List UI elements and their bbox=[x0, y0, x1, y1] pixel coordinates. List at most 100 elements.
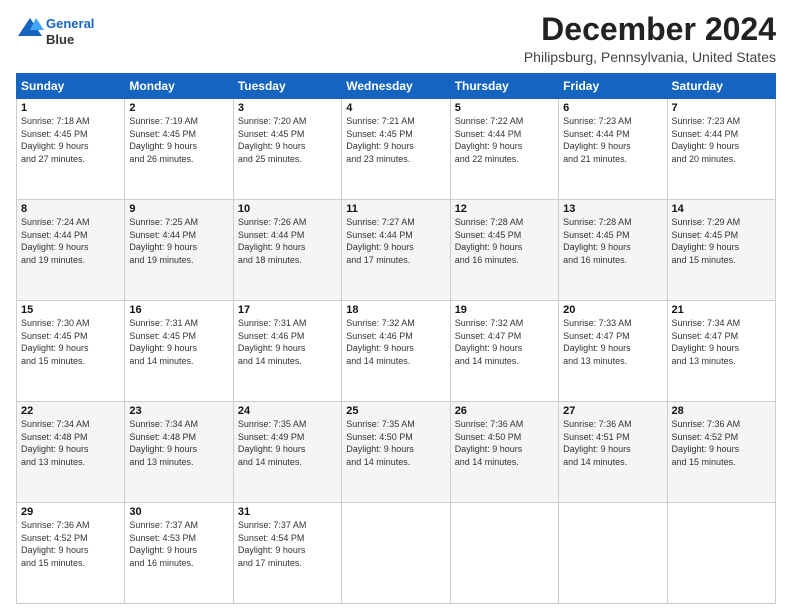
day-number: 25 bbox=[346, 405, 445, 417]
col-header-sunday: Sunday bbox=[17, 74, 125, 99]
day-number: 7 bbox=[672, 102, 771, 114]
day-info: Sunrise: 7:33 AMSunset: 4:47 PMDaylight:… bbox=[563, 317, 662, 367]
calendar-header-row: SundayMondayTuesdayWednesdayThursdayFrid… bbox=[17, 74, 776, 99]
day-number: 15 bbox=[21, 304, 120, 316]
day-info: Sunrise: 7:23 AMSunset: 4:44 PMDaylight:… bbox=[563, 115, 662, 165]
day-info: Sunrise: 7:24 AMSunset: 4:44 PMDaylight:… bbox=[21, 216, 120, 266]
day-info: Sunrise: 7:37 AMSunset: 4:53 PMDaylight:… bbox=[129, 519, 228, 569]
day-number: 29 bbox=[21, 506, 120, 518]
calendar-table: SundayMondayTuesdayWednesdayThursdayFrid… bbox=[16, 73, 776, 604]
day-cell: 19Sunrise: 7:32 AMSunset: 4:47 PMDayligh… bbox=[450, 301, 558, 402]
day-number: 20 bbox=[563, 304, 662, 316]
day-info: Sunrise: 7:36 AMSunset: 4:52 PMDaylight:… bbox=[21, 519, 120, 569]
day-info: Sunrise: 7:25 AMSunset: 4:44 PMDaylight:… bbox=[129, 216, 228, 266]
day-info: Sunrise: 7:21 AMSunset: 4:45 PMDaylight:… bbox=[346, 115, 445, 165]
day-info: Sunrise: 7:18 AMSunset: 4:45 PMDaylight:… bbox=[21, 115, 120, 165]
day-info: Sunrise: 7:35 AMSunset: 4:50 PMDaylight:… bbox=[346, 418, 445, 468]
day-cell: 13Sunrise: 7:28 AMSunset: 4:45 PMDayligh… bbox=[559, 200, 667, 301]
day-info: Sunrise: 7:19 AMSunset: 4:45 PMDaylight:… bbox=[129, 115, 228, 165]
day-cell: 3Sunrise: 7:20 AMSunset: 4:45 PMDaylight… bbox=[233, 99, 341, 200]
day-cell: 22Sunrise: 7:34 AMSunset: 4:48 PMDayligh… bbox=[17, 402, 125, 503]
logo-text: General Blue bbox=[46, 16, 94, 47]
day-number: 12 bbox=[455, 203, 554, 215]
day-info: Sunrise: 7:27 AMSunset: 4:44 PMDaylight:… bbox=[346, 216, 445, 266]
day-number: 10 bbox=[238, 203, 337, 215]
day-info: Sunrise: 7:31 AMSunset: 4:45 PMDaylight:… bbox=[129, 317, 228, 367]
week-row-4: 29Sunrise: 7:36 AMSunset: 4:52 PMDayligh… bbox=[17, 503, 776, 604]
day-number: 1 bbox=[21, 102, 120, 114]
day-cell: 16Sunrise: 7:31 AMSunset: 4:45 PMDayligh… bbox=[125, 301, 233, 402]
day-cell: 9Sunrise: 7:25 AMSunset: 4:44 PMDaylight… bbox=[125, 200, 233, 301]
day-cell: 24Sunrise: 7:35 AMSunset: 4:49 PMDayligh… bbox=[233, 402, 341, 503]
day-cell: 8Sunrise: 7:24 AMSunset: 4:44 PMDaylight… bbox=[17, 200, 125, 301]
day-number: 24 bbox=[238, 405, 337, 417]
day-info: Sunrise: 7:34 AMSunset: 4:47 PMDaylight:… bbox=[672, 317, 771, 367]
header: General Blue December 2024 Philipsburg, … bbox=[16, 12, 776, 65]
day-number: 27 bbox=[563, 405, 662, 417]
day-info: Sunrise: 7:29 AMSunset: 4:45 PMDaylight:… bbox=[672, 216, 771, 266]
day-number: 21 bbox=[672, 304, 771, 316]
day-number: 23 bbox=[129, 405, 228, 417]
day-cell: 25Sunrise: 7:35 AMSunset: 4:50 PMDayligh… bbox=[342, 402, 450, 503]
col-header-wednesday: Wednesday bbox=[342, 74, 450, 99]
title-section: December 2024 Philipsburg, Pennsylvania,… bbox=[524, 12, 776, 65]
day-info: Sunrise: 7:28 AMSunset: 4:45 PMDaylight:… bbox=[563, 216, 662, 266]
day-info: Sunrise: 7:36 AMSunset: 4:52 PMDaylight:… bbox=[672, 418, 771, 468]
day-info: Sunrise: 7:36 AMSunset: 4:51 PMDaylight:… bbox=[563, 418, 662, 468]
day-info: Sunrise: 7:37 AMSunset: 4:54 PMDaylight:… bbox=[238, 519, 337, 569]
day-info: Sunrise: 7:34 AMSunset: 4:48 PMDaylight:… bbox=[21, 418, 120, 468]
day-number: 28 bbox=[672, 405, 771, 417]
day-cell: 7Sunrise: 7:23 AMSunset: 4:44 PMDaylight… bbox=[667, 99, 775, 200]
day-cell bbox=[342, 503, 450, 604]
day-info: Sunrise: 7:32 AMSunset: 4:46 PMDaylight:… bbox=[346, 317, 445, 367]
logo-icon bbox=[16, 16, 44, 40]
day-cell: 18Sunrise: 7:32 AMSunset: 4:46 PMDayligh… bbox=[342, 301, 450, 402]
day-number: 14 bbox=[672, 203, 771, 215]
day-info: Sunrise: 7:36 AMSunset: 4:50 PMDaylight:… bbox=[455, 418, 554, 468]
col-header-friday: Friday bbox=[559, 74, 667, 99]
day-number: 22 bbox=[21, 405, 120, 417]
day-info: Sunrise: 7:20 AMSunset: 4:45 PMDaylight:… bbox=[238, 115, 337, 165]
day-cell: 23Sunrise: 7:34 AMSunset: 4:48 PMDayligh… bbox=[125, 402, 233, 503]
day-number: 18 bbox=[346, 304, 445, 316]
day-info: Sunrise: 7:26 AMSunset: 4:44 PMDaylight:… bbox=[238, 216, 337, 266]
day-number: 8 bbox=[21, 203, 120, 215]
day-info: Sunrise: 7:30 AMSunset: 4:45 PMDaylight:… bbox=[21, 317, 120, 367]
week-row-3: 22Sunrise: 7:34 AMSunset: 4:48 PMDayligh… bbox=[17, 402, 776, 503]
col-header-thursday: Thursday bbox=[450, 74, 558, 99]
week-row-0: 1Sunrise: 7:18 AMSunset: 4:45 PMDaylight… bbox=[17, 99, 776, 200]
day-number: 4 bbox=[346, 102, 445, 114]
day-number: 30 bbox=[129, 506, 228, 518]
day-cell: 20Sunrise: 7:33 AMSunset: 4:47 PMDayligh… bbox=[559, 301, 667, 402]
day-number: 2 bbox=[129, 102, 228, 114]
day-cell: 4Sunrise: 7:21 AMSunset: 4:45 PMDaylight… bbox=[342, 99, 450, 200]
day-info: Sunrise: 7:22 AMSunset: 4:44 PMDaylight:… bbox=[455, 115, 554, 165]
day-cell: 10Sunrise: 7:26 AMSunset: 4:44 PMDayligh… bbox=[233, 200, 341, 301]
day-number: 9 bbox=[129, 203, 228, 215]
day-cell: 17Sunrise: 7:31 AMSunset: 4:46 PMDayligh… bbox=[233, 301, 341, 402]
day-number: 13 bbox=[563, 203, 662, 215]
day-cell: 15Sunrise: 7:30 AMSunset: 4:45 PMDayligh… bbox=[17, 301, 125, 402]
col-header-monday: Monday bbox=[125, 74, 233, 99]
day-number: 31 bbox=[238, 506, 337, 518]
day-cell: 2Sunrise: 7:19 AMSunset: 4:45 PMDaylight… bbox=[125, 99, 233, 200]
day-cell: 6Sunrise: 7:23 AMSunset: 4:44 PMDaylight… bbox=[559, 99, 667, 200]
day-cell: 30Sunrise: 7:37 AMSunset: 4:53 PMDayligh… bbox=[125, 503, 233, 604]
day-number: 11 bbox=[346, 203, 445, 215]
day-info: Sunrise: 7:28 AMSunset: 4:45 PMDaylight:… bbox=[455, 216, 554, 266]
day-cell: 31Sunrise: 7:37 AMSunset: 4:54 PMDayligh… bbox=[233, 503, 341, 604]
day-number: 16 bbox=[129, 304, 228, 316]
day-cell: 14Sunrise: 7:29 AMSunset: 4:45 PMDayligh… bbox=[667, 200, 775, 301]
day-cell: 29Sunrise: 7:36 AMSunset: 4:52 PMDayligh… bbox=[17, 503, 125, 604]
day-info: Sunrise: 7:35 AMSunset: 4:49 PMDaylight:… bbox=[238, 418, 337, 468]
day-cell: 28Sunrise: 7:36 AMSunset: 4:52 PMDayligh… bbox=[667, 402, 775, 503]
day-number: 19 bbox=[455, 304, 554, 316]
day-cell: 26Sunrise: 7:36 AMSunset: 4:50 PMDayligh… bbox=[450, 402, 558, 503]
day-cell bbox=[667, 503, 775, 604]
page: General Blue December 2024 Philipsburg, … bbox=[0, 0, 792, 612]
day-info: Sunrise: 7:32 AMSunset: 4:47 PMDaylight:… bbox=[455, 317, 554, 367]
week-row-2: 15Sunrise: 7:30 AMSunset: 4:45 PMDayligh… bbox=[17, 301, 776, 402]
location: Philipsburg, Pennsylvania, United States bbox=[524, 49, 776, 65]
col-header-tuesday: Tuesday bbox=[233, 74, 341, 99]
day-cell bbox=[559, 503, 667, 604]
